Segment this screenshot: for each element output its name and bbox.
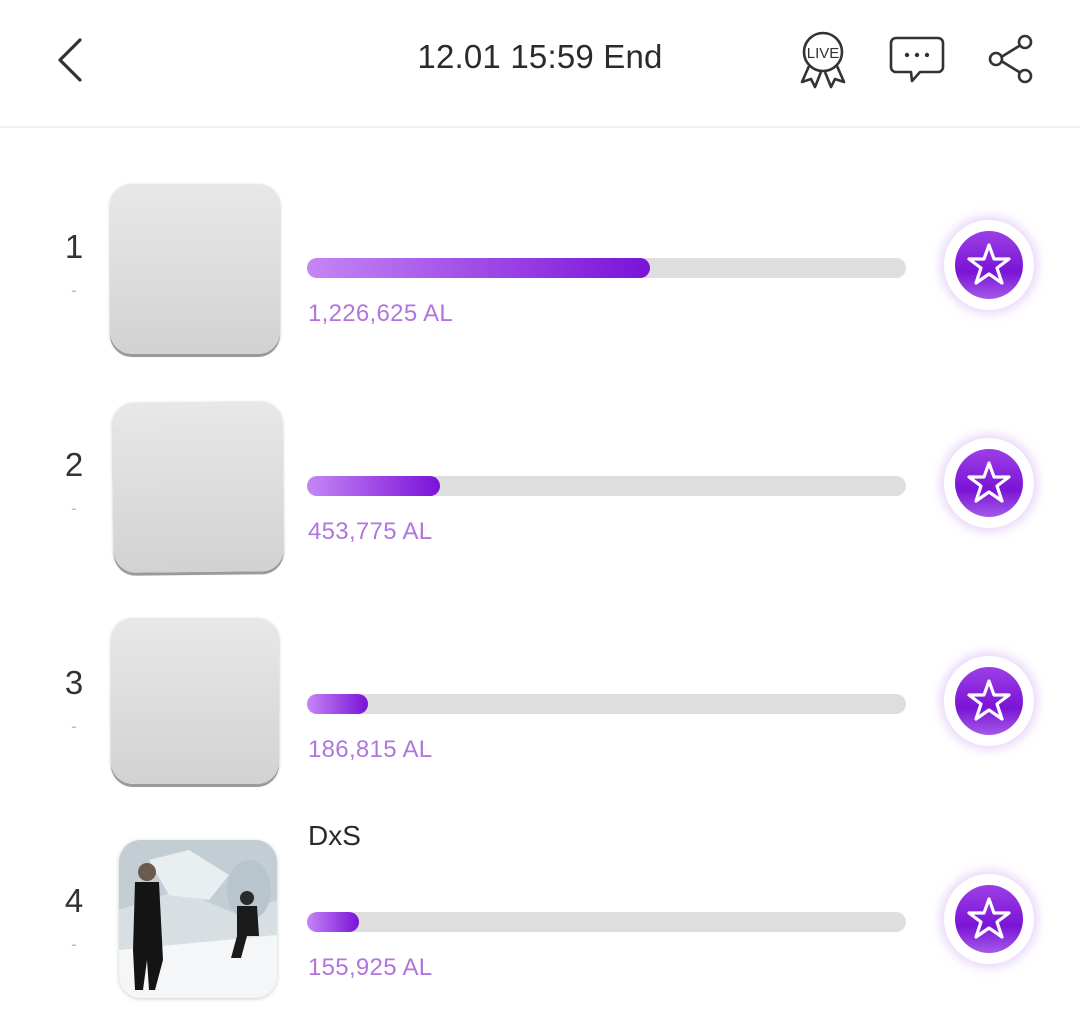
vote-count: 453,775 AL bbox=[308, 518, 433, 545]
star-vote-icon bbox=[967, 679, 1011, 721]
live-badge-icon: LIVE bbox=[800, 31, 846, 89]
ranking-row: 2 - 453,775 AL bbox=[0, 346, 1080, 573]
artist-photo-image bbox=[119, 840, 277, 998]
share-button[interactable] bbox=[986, 34, 1036, 84]
vote-progress-fill bbox=[307, 912, 360, 932]
live-label: LIVE bbox=[807, 45, 840, 62]
rank-number: 3 bbox=[64, 664, 84, 701]
vote-button[interactable] bbox=[944, 874, 1034, 964]
ranking-row: 3 - 186,815 AL bbox=[0, 564, 1080, 784]
vote-progress-bar bbox=[307, 476, 906, 496]
vote-count: 1,226,625 AL bbox=[308, 300, 454, 327]
star-vote-icon bbox=[967, 243, 1011, 285]
top-bar: 12.01 15:59 End LIVE bbox=[0, 0, 1080, 128]
vote-count: 155,925 AL bbox=[308, 954, 433, 981]
rank-change: - bbox=[71, 934, 77, 954]
vote-progress-fill bbox=[307, 476, 440, 496]
rank-number: 2 bbox=[64, 446, 84, 483]
artist-thumbnail[interactable] bbox=[112, 401, 284, 573]
star-vote-icon bbox=[967, 461, 1011, 503]
artist-name: DxS bbox=[308, 820, 361, 851]
ranking-row: 1 - 1,226,625 AL bbox=[0, 128, 1080, 354]
vote-progress-bar bbox=[307, 694, 906, 714]
rank-number: 4 bbox=[64, 882, 84, 919]
artist-thumbnail[interactable] bbox=[111, 618, 279, 784]
chat-bubble-icon bbox=[889, 36, 945, 83]
rank-change: - bbox=[71, 280, 77, 300]
vote-count: 186,815 AL bbox=[308, 736, 433, 763]
vote-progress-fill bbox=[307, 694, 369, 714]
rank-change: - bbox=[71, 498, 77, 518]
rank-change: - bbox=[71, 716, 77, 736]
vote-button[interactable] bbox=[944, 656, 1034, 746]
vote-button[interactable] bbox=[944, 220, 1034, 310]
vote-button[interactable] bbox=[944, 438, 1034, 528]
live-button[interactable]: LIVE bbox=[794, 30, 852, 92]
vote-progress-bar bbox=[307, 258, 906, 278]
star-vote-icon bbox=[967, 897, 1011, 939]
vote-progress-fill bbox=[307, 258, 651, 278]
rank-number: 1 bbox=[64, 228, 84, 265]
ranking-row: 4 - DxS 155,925 AL bbox=[0, 782, 1080, 1000]
comments-button[interactable] bbox=[888, 34, 946, 86]
artist-photo[interactable] bbox=[119, 840, 277, 998]
vote-progress-bar bbox=[307, 912, 906, 932]
share-icon bbox=[988, 34, 1033, 84]
artist-thumbnail[interactable] bbox=[110, 184, 280, 354]
